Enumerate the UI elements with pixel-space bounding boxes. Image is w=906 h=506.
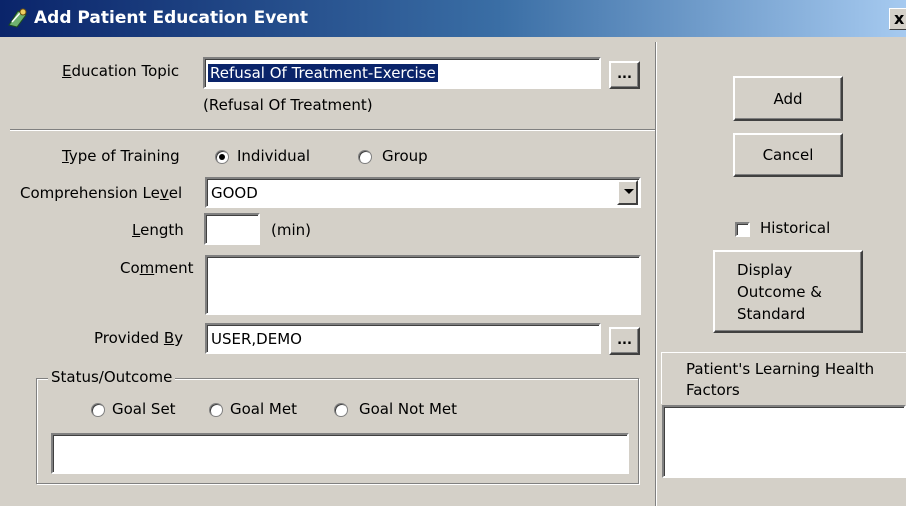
historical-label: Historical bbox=[760, 219, 831, 237]
group-radio-label: Group bbox=[382, 147, 428, 165]
section-divider bbox=[10, 129, 655, 131]
comprehension-level-value: GOOD bbox=[211, 184, 258, 202]
goal-not-met-radio[interactable] bbox=[334, 403, 348, 417]
education-topic-category: (Refusal Of Treatment) bbox=[203, 96, 373, 114]
window-title: Add Patient Education Event bbox=[34, 8, 309, 28]
comment-textarea[interactable] bbox=[205, 255, 641, 315]
group-radio[interactable] bbox=[358, 150, 372, 164]
chevron-down-icon bbox=[624, 189, 634, 194]
goal-not-met-label: Goal Not Met bbox=[359, 400, 458, 418]
education-topic-label: Education Topic bbox=[62, 62, 180, 80]
length-unit: (min) bbox=[271, 221, 311, 239]
learning-factors-list[interactable] bbox=[662, 405, 906, 478]
learning-factors-title-line2: Factors bbox=[686, 381, 740, 399]
goal-met-label: Goal Met bbox=[230, 400, 297, 418]
display-outcome-standard-button[interactable]: Display Outcome & Standard bbox=[713, 250, 863, 333]
add-button[interactable]: Add bbox=[733, 76, 843, 121]
education-topic-browse-button[interactable]: ... bbox=[609, 61, 640, 89]
provided-by-browse-button[interactable]: ... bbox=[609, 327, 640, 355]
provided-by-label: Provided By bbox=[94, 329, 184, 347]
type-of-training-label: Type of Training bbox=[62, 147, 180, 165]
provided-by-value: USER,DEMO bbox=[211, 330, 302, 348]
comment-label: Comment bbox=[120, 259, 194, 277]
title-bar: Add Patient Education Event x bbox=[0, 0, 906, 37]
historical-checkbox[interactable] bbox=[735, 222, 750, 237]
panel-divider bbox=[655, 42, 657, 506]
comprehension-level-label: Comprehension Level bbox=[20, 184, 183, 202]
length-input[interactable] bbox=[204, 213, 260, 245]
close-button[interactable]: x bbox=[889, 8, 906, 30]
patient-education-icon bbox=[8, 8, 27, 28]
goal-set-label: Goal Set bbox=[112, 400, 176, 418]
learning-factors-header: Patient's Learning Health Factors bbox=[661, 352, 906, 404]
learning-factors-title-line1: Patient's Learning Health bbox=[686, 360, 875, 378]
education-topic-value: Refusal Of Treatment-Exercise bbox=[208, 64, 438, 82]
status-outcome-note[interactable] bbox=[51, 433, 629, 474]
length-label: Length bbox=[132, 221, 184, 239]
status-outcome-title: Status/Outcome bbox=[48, 368, 176, 386]
comprehension-level-dropdown-button[interactable] bbox=[617, 180, 638, 205]
education-topic-field[interactable]: Refusal Of Treatment-Exercise bbox=[203, 57, 601, 89]
comprehension-level-select[interactable]: GOOD bbox=[205, 177, 641, 208]
goal-set-radio[interactable] bbox=[91, 403, 105, 417]
cancel-button[interactable]: Cancel bbox=[733, 133, 843, 177]
provided-by-field[interactable]: USER,DEMO bbox=[205, 323, 601, 354]
close-icon: x bbox=[894, 9, 905, 28]
individual-radio-label: Individual bbox=[237, 147, 311, 165]
goal-met-radio[interactable] bbox=[209, 403, 223, 417]
individual-radio[interactable] bbox=[215, 150, 229, 164]
